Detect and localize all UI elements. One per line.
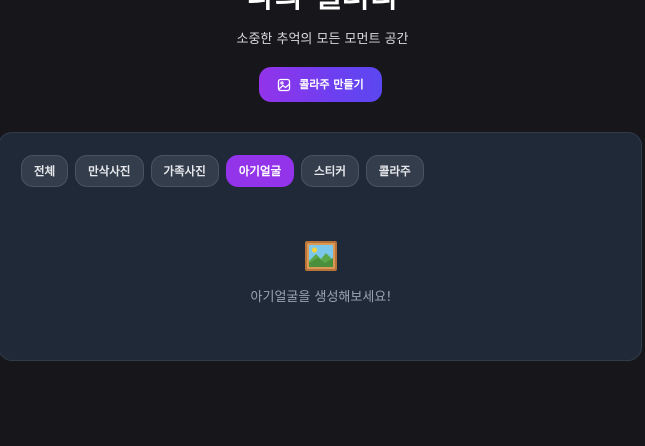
image-icon <box>277 78 291 92</box>
tab-family-photos[interactable]: 가족사진 <box>150 155 219 187</box>
page-subtitle: 소중한 추억의 모든 모먼트 공간 <box>236 32 409 47</box>
empty-state: 아기얼굴을 생성해보세요! <box>0 239 643 307</box>
create-collage-label: 콜라주 만들기 <box>299 77 364 91</box>
gallery-page: 나의 갤러리 소중한 추억의 모든 모먼트 공간 콜라주 만들기 전체 만삭사진… <box>0 0 645 446</box>
tab-baby-face[interactable]: 아기얼굴 <box>225 155 295 187</box>
tab-all[interactable]: 전체 <box>21 155 69 187</box>
tab-stickers[interactable]: 스티커 <box>301 155 359 187</box>
create-collage-button[interactable]: 콜라주 만들기 <box>259 67 382 102</box>
category-tabs: 전체 만삭사진 가족사진 아기얼굴 스티커 콜라주 <box>21 155 424 187</box>
framed-picture-icon <box>304 239 338 273</box>
page-title: 나의 갤러리 <box>0 0 645 18</box>
tab-collage[interactable]: 콜라주 <box>365 155 424 187</box>
empty-state-message: 아기얼굴을 생성해보세요! <box>250 290 392 305</box>
gallery-panel: 전체 만삭사진 가족사진 아기얼굴 스티커 콜라주 아기얼굴을 생성해보세요! <box>0 132 642 361</box>
tab-maternity-photos[interactable]: 만삭사진 <box>75 155 144 187</box>
